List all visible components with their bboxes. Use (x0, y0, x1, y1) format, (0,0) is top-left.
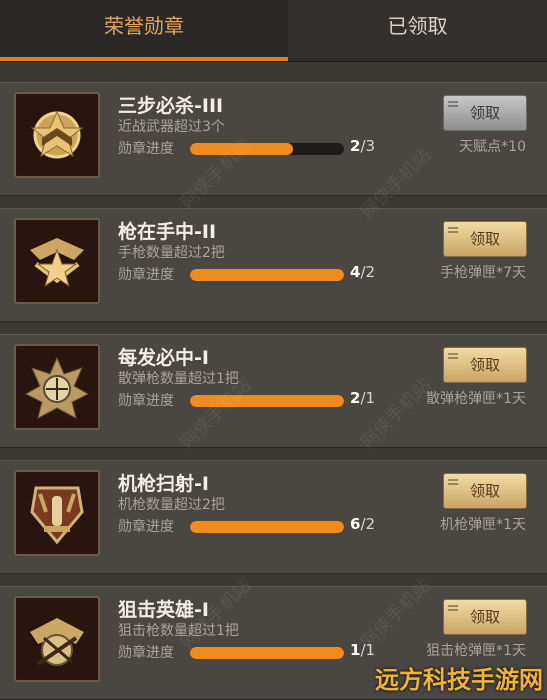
progress-fill (190, 521, 344, 533)
medal-badge-icon (14, 596, 100, 682)
progress-count: 6/2 (350, 515, 376, 533)
tab-claimed[interactable]: 已领取 (288, 0, 547, 58)
progress-bar (190, 269, 344, 281)
medal-requirement: 手枪数量超过2把 (118, 245, 225, 261)
reward-text: 机枪弹匣*1天 (440, 517, 526, 533)
progress-count: 2/3 (350, 137, 376, 155)
progress-bar (190, 647, 344, 659)
progress-count: 4/2 (350, 263, 376, 281)
medal-card: 每发必中-I 散弹枪数量超过1把 勋章进度 2/1 领取 散弹枪弹匣*1天 (0, 334, 547, 448)
medal-badge-icon (14, 470, 100, 556)
claim-button[interactable]: 领取 (443, 95, 527, 131)
progress-label: 勋章进度 (118, 393, 174, 409)
progress-label: 勋章进度 (118, 519, 174, 535)
medal-requirement: 散弹枪数量超过1把 (118, 371, 239, 387)
progress-fill (190, 269, 344, 281)
medal-requirement: 近战武器超过3个 (118, 119, 225, 135)
medal-badge-icon (14, 344, 100, 430)
progress-bar (190, 143, 344, 155)
medal-requirement: 机枪数量超过2把 (118, 497, 225, 513)
medal-title: 三步必杀-III (118, 95, 224, 117)
progress-label: 勋章进度 (118, 645, 174, 661)
reward-text: 天赋点*10 (459, 139, 526, 155)
claim-button[interactable]: 领取 (443, 599, 527, 635)
progress-label: 勋章进度 (118, 141, 174, 157)
medal-card: 枪在手中-II 手枪数量超过2把 勋章进度 4/2 领取 手枪弹匣*7天 (0, 208, 547, 322)
tab-bar: 荣誉勋章 已领取 (0, 0, 547, 62)
tab-honor-medals[interactable]: 荣誉勋章 (0, 0, 288, 58)
medal-badge-icon (14, 218, 100, 304)
site-logo: 远方科技手游网 (375, 666, 543, 694)
medal-title: 每发必中-I (118, 347, 209, 369)
progress-count: 2/1 (350, 389, 376, 407)
claim-button[interactable]: 领取 (443, 221, 527, 257)
progress-label: 勋章进度 (118, 267, 174, 283)
reward-text: 散弹枪弹匣*1天 (426, 391, 526, 407)
progress-bar (190, 521, 344, 533)
medal-title: 机枪扫射-I (118, 473, 209, 495)
progress-fill (190, 647, 344, 659)
medal-card: 机枪扫射-I 机枪数量超过2把 勋章进度 6/2 领取 机枪弹匣*1天 (0, 460, 547, 574)
medal-title: 枪在手中-II (118, 221, 217, 243)
claim-button[interactable]: 领取 (443, 473, 527, 509)
claim-button[interactable]: 领取 (443, 347, 527, 383)
medal-card: 三步必杀-III 近战武器超过3个 勋章进度 2/3 领取 天赋点*10 (0, 82, 547, 196)
tab-divider (0, 61, 547, 62)
reward-text: 狙击枪弹匣*1天 (426, 643, 526, 659)
medal-badge-icon (14, 92, 100, 178)
reward-text: 手枪弹匣*7天 (440, 265, 526, 281)
